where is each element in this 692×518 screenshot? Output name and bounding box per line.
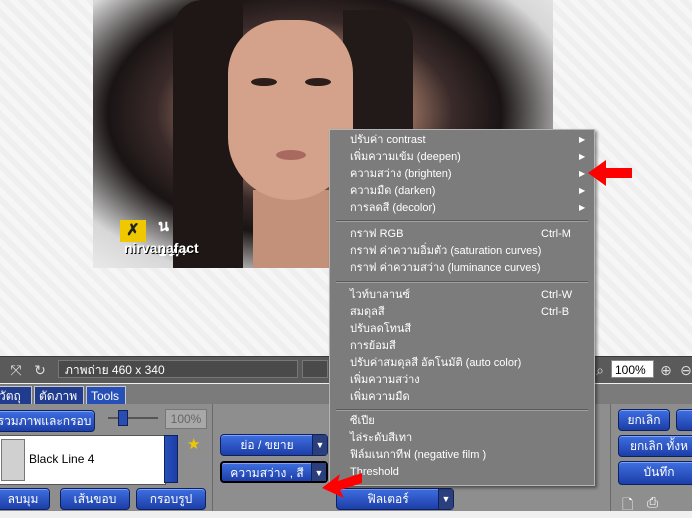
resize-dropdown[interactable]: ย่อ / ขยาย ▼ xyxy=(220,434,328,456)
cancel-extra-button[interactable] xyxy=(676,409,692,431)
submenu-arrow-icon: ▶ xyxy=(579,152,586,161)
menu-item-saturation-curves[interactable]: กราฟ ค่าความอิ่มตัว (saturation curves) xyxy=(350,243,541,259)
brightness-color-label: ความสว่าง , สี xyxy=(230,466,304,480)
menu-item-color-balance[interactable]: สมดุลสี xyxy=(350,304,385,320)
photo-lips xyxy=(276,150,306,160)
menu-item-tint[interactable]: การย้อมสี xyxy=(350,338,396,354)
frame-button[interactable]: กรอบรูป xyxy=(136,488,206,510)
menu-item-grayscale[interactable]: ไล่ระดับสีเทา xyxy=(350,430,412,446)
menu-item-increase-darkness[interactable]: เพิ่มความมืด xyxy=(350,389,410,405)
resize-chevron-down-icon[interactable]: ▼ xyxy=(312,435,327,455)
submenu-arrow-icon: ▶ xyxy=(579,186,586,195)
cancel-button[interactable]: ยกเลิก xyxy=(618,409,670,431)
adjust-color-menu: ปรับค่า contrast ▶ เพิ่มความเข้ม (deepen… xyxy=(329,129,595,486)
new-document-icon[interactable]: 🗋 xyxy=(622,494,633,518)
tab-object[interactable]: วัตถุ xyxy=(0,386,32,404)
zoom-slider-handle[interactable] xyxy=(118,410,128,426)
round-corner-button[interactable]: ลบมุม xyxy=(0,488,50,510)
menu-item-rgb-curve[interactable]: กราฟ RGB xyxy=(350,226,403,242)
channel-logo-icon: ✗ xyxy=(120,220,146,242)
preset-scrollbar[interactable] xyxy=(164,435,178,483)
menu-item-brighten[interactable]: ความสว่าง (brighten) xyxy=(350,166,452,182)
panel-divider-right xyxy=(610,404,611,511)
rotate-icon[interactable]: ↻ xyxy=(32,362,48,378)
zoom-in-icon[interactable]: ⊕ xyxy=(658,362,674,378)
zoom-slider-track[interactable] xyxy=(108,417,158,419)
panel-divider xyxy=(212,404,213,511)
zoom-out-icon[interactable]: ⊖ xyxy=(678,362,692,378)
slider-value: 100% xyxy=(165,409,207,429)
tab-crop[interactable]: ตัดภาพ xyxy=(34,386,84,404)
submenu-arrow-icon: ▶ xyxy=(579,169,586,178)
fit-icon[interactable]: ⤧ xyxy=(8,362,24,378)
photo-neck xyxy=(253,190,333,268)
menu-item-auto-color[interactable]: ปรับค่าสมดุลสี อัตโนมัติ (auto color) xyxy=(350,355,521,371)
menu-item-contrast[interactable]: ปรับค่า contrast xyxy=(350,132,426,148)
favorite-star-icon[interactable]: ★ xyxy=(187,435,200,453)
menu-item-luminance-curves[interactable]: กราฟ ค่าความสว่าง (luminance curves) xyxy=(350,260,541,276)
watermark-text: nirvanafact xyxy=(124,240,199,256)
merge-frame-button[interactable]: รวมภาพและกรอบ xyxy=(0,410,95,432)
menu-item-deepen[interactable]: เพิ่มความเข้ม (deepen) xyxy=(350,149,461,165)
shortcut-white-balance: Ctrl-W xyxy=(541,289,573,301)
tab-tools[interactable]: Tools xyxy=(86,386,126,404)
pointer-arrow-icon xyxy=(588,160,632,186)
photo-eye-right xyxy=(305,78,331,86)
cancel-all-button[interactable]: ยกเลิก ทั้งห xyxy=(618,435,692,457)
filter-chevron-down-icon[interactable]: ▼ xyxy=(438,489,453,509)
submenu-arrow-icon: ▶ xyxy=(579,203,586,212)
menu-item-darken[interactable]: ความมืด (darken) xyxy=(350,183,435,199)
menu-item-decolor[interactable]: การลดสี (decolor) xyxy=(350,200,436,216)
menu-separator xyxy=(336,409,588,411)
menu-item-sepia[interactable]: ซีเปีย xyxy=(350,413,375,429)
status-field-2 xyxy=(302,360,328,378)
menu-item-increase-brightness[interactable]: เพิ่มความสว่าง xyxy=(350,372,420,388)
filter-label: ฟิลเตอร์ xyxy=(367,492,409,506)
save-button[interactable]: บันทึก xyxy=(618,461,692,485)
shortcut-rgb: Ctrl-M xyxy=(541,228,571,240)
menu-item-negative-film[interactable]: ฟิล์มเนกาทีฟ (negative film ) xyxy=(350,447,486,463)
menu-item-white-balance[interactable]: ไวท์บาลานซ์ xyxy=(350,287,410,303)
menu-separator xyxy=(336,281,588,283)
image-info: ภาพถ่าย 460 x 340 xyxy=(58,360,298,378)
watermark-char: น xyxy=(158,218,169,235)
brightness-color-dropdown[interactable]: ความสว่าง , สี ▼ xyxy=(220,461,328,483)
preset-name: Black Line 4 xyxy=(29,452,95,466)
menu-item-reduce-tone[interactable]: ปรับลดโทนสี xyxy=(350,321,411,337)
resize-label: ย่อ / ขยาย xyxy=(240,438,294,452)
shortcut-color-balance: Ctrl-B xyxy=(541,306,570,318)
photo-eye-left xyxy=(251,78,277,86)
print-icon[interactable]: ⎙ xyxy=(647,494,658,511)
border-line-button[interactable]: เส้นขอบ xyxy=(60,488,130,510)
preset-thumbnail xyxy=(1,439,25,481)
preset-list[interactable]: Black Line 4 xyxy=(0,435,166,485)
zoom-level[interactable]: 100% xyxy=(611,360,654,378)
menu-separator xyxy=(336,220,588,222)
pointer-arrow-icon xyxy=(322,473,362,498)
submenu-arrow-icon: ▶ xyxy=(579,135,586,144)
